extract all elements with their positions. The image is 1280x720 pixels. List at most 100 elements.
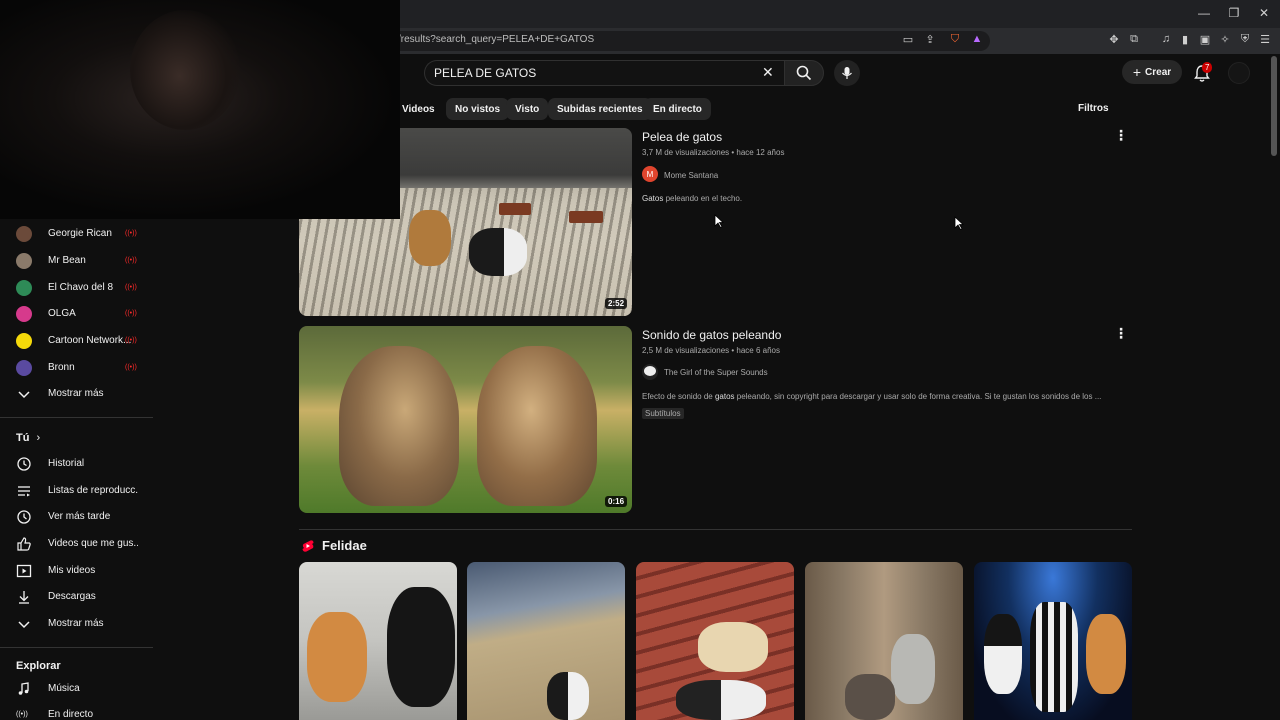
channel-avatar[interactable]: M — [642, 166, 658, 182]
sidebar-item-playlists[interactable]: Listas de reproducc... — [0, 479, 150, 505]
subtitles-badge: Subtítulos — [642, 408, 684, 419]
create-button[interactable]: + Crear — [1122, 60, 1182, 84]
chevron-down-icon — [18, 391, 30, 399]
sidebar-item-label: Mis videos — [48, 565, 96, 576]
live-indicator-icon: ((•)) — [125, 310, 137, 317]
short-thumbnail[interactable] — [467, 562, 625, 720]
live-icon: ((•)) — [16, 711, 28, 718]
chevron-right-icon: › — [36, 432, 41, 444]
short-thumbnail[interactable] — [805, 562, 963, 720]
screenshot-icon[interactable]: ⧉ — [1127, 33, 1141, 46]
short-thumbnail[interactable] — [974, 562, 1132, 720]
music-icon[interactable]: ♫ — [1159, 33, 1173, 45]
sidebar-you-heading[interactable]: Tú › — [16, 432, 40, 444]
sidebar-show-more-subs[interactable]: Mostrar más — [0, 382, 150, 408]
extensions-icon[interactable]: ✥ — [1107, 33, 1121, 46]
sidebar-toggle-icon[interactable]: ▮ — [1178, 33, 1192, 46]
thumbnail-cat-tabby — [845, 674, 895, 720]
leo-ai-icon[interactable]: ✧ — [1218, 33, 1232, 46]
shorts-icon — [302, 540, 314, 552]
search-input[interactable]: PELEA DE GATOS — [434, 66, 536, 80]
thumbnail-cat-cream — [698, 622, 768, 672]
page-scrollbar[interactable] — [1271, 56, 1277, 156]
video-title[interactable]: Sonido de gatos peleando — [642, 328, 781, 342]
voice-search-button[interactable] — [834, 60, 860, 86]
thumbnail-cat-orange — [307, 612, 367, 702]
restore-icon[interactable]: ❐ — [1226, 6, 1242, 20]
create-label: Crear — [1145, 66, 1172, 78]
sidebar-item-label: Música — [48, 683, 80, 694]
video-title[interactable]: Pelea de gatos — [642, 130, 722, 144]
sidebar-sub-mr-bean[interactable]: Mr Bean ((•)) — [0, 249, 150, 275]
sidebar-sub-georgie-rican[interactable]: Georgie Rican ((•)) — [0, 222, 150, 248]
sidebar-item-liked[interactable]: Videos que me gus... — [0, 532, 150, 558]
sidebar-item-live[interactable]: ((•)) En directo — [0, 703, 150, 720]
plus-icon: + — [1132, 64, 1142, 80]
you-heading-label: Tú — [16, 432, 30, 444]
sidebar-sub-cartoon-network[interactable]: Cartoon Network... ((•)) — [0, 329, 150, 355]
thumbnail-cat-black — [469, 228, 527, 276]
chevron-down-icon — [18, 621, 30, 629]
playlist-icon — [18, 486, 30, 497]
description-text: peleando, sin copyright para descargar y… — [734, 392, 1102, 401]
description-keyword: Gatos — [642, 194, 664, 203]
more-options-icon[interactable]: ⋮ — [1114, 127, 1128, 144]
section-divider — [299, 529, 1132, 530]
clear-search-icon[interactable]: ✕ — [762, 64, 774, 81]
brave-rewards-icon[interactable]: ▲ — [970, 33, 984, 45]
brave-shield-icon[interactable]: ⛉ — [948, 33, 962, 46]
more-options-icon[interactable]: ⋮ — [1114, 325, 1128, 342]
channel-name[interactable]: The Girl of the Super Sounds — [664, 368, 768, 377]
search-button[interactable] — [784, 60, 824, 86]
filters-button[interactable]: Filtros — [1078, 103, 1109, 114]
short-thumbnail[interactable] — [636, 562, 794, 720]
chip-videos[interactable]: Videos — [400, 98, 444, 120]
sidebar-sub-bronn[interactable]: Bronn ((•)) — [0, 356, 150, 382]
channel-avatar[interactable] — [642, 364, 658, 380]
sidebar-item-label: Mostrar más — [48, 388, 104, 399]
close-window-icon[interactable]: ✕ — [1256, 6, 1272, 20]
share-icon[interactable]: ⇪ — [923, 33, 937, 46]
sidebar-item-label: En directo — [48, 709, 94, 720]
sidebar-item-downloads[interactable]: Descargas — [0, 585, 150, 611]
thumbnail-cat-black — [387, 587, 455, 707]
channel-avatar — [16, 280, 32, 296]
channel-avatar — [16, 333, 32, 349]
sidebar-item-my-videos[interactable]: Mis videos — [0, 559, 150, 585]
channel-avatar — [16, 253, 32, 269]
chip-visto[interactable]: Visto — [506, 98, 549, 120]
channel-avatar — [16, 226, 32, 242]
cast-icon[interactable]: ▭ — [901, 33, 915, 46]
sidebar-divider — [0, 647, 153, 648]
video-thumbnail[interactable] — [299, 326, 632, 513]
menu-icon[interactable]: ☰ — [1258, 33, 1272, 46]
sidebar-show-more-you[interactable]: Mostrar más — [0, 612, 150, 638]
short-thumbnail[interactable] — [299, 562, 457, 720]
channel-name[interactable]: Mome Santana — [664, 171, 718, 180]
chip-en-directo[interactable]: En directo — [644, 98, 711, 120]
wallet-icon[interactable]: ▣ — [1198, 33, 1212, 46]
live-indicator-icon: ((•)) — [125, 337, 137, 344]
clock-icon — [17, 510, 31, 524]
sidebar-item-label: Videos que me gus... — [48, 538, 138, 549]
cloud-icon — [644, 366, 656, 376]
microphone-icon — [842, 67, 852, 79]
sidebar-item-music[interactable]: Música — [0, 677, 150, 703]
vpn-icon[interactable]: ⛨ — [1238, 33, 1252, 46]
thumbnail-brick — [569, 211, 603, 223]
sidebar-sub-el-chavo[interactable]: El Chavo del 8 ((•)) — [0, 276, 150, 302]
sidebar-item-label: Historial — [48, 458, 85, 469]
sidebar-item-historial[interactable]: Historial — [0, 452, 150, 478]
channel-avatar — [16, 360, 32, 376]
chip-no-vistos[interactable]: No vistos — [446, 98, 510, 120]
minimize-icon[interactable]: — — [1196, 6, 1212, 20]
sidebar-item-watch-later[interactable]: Ver más tarde — [0, 505, 150, 531]
sidebar-item-label: Mostrar más — [48, 618, 104, 629]
live-indicator-icon: ((•)) — [125, 284, 137, 291]
account-avatar[interactable] — [1228, 62, 1250, 84]
chip-subidas-recientes[interactable]: Subidas recientes — [548, 98, 652, 120]
thumbnail-cat-grey — [676, 680, 766, 720]
description-text: Efecto de sonido de — [642, 392, 715, 401]
sidebar-sub-olga[interactable]: OLGA ((•)) — [0, 302, 150, 328]
url-text[interactable]: /results?search_query=PELEA+DE+GATOS — [398, 34, 594, 45]
